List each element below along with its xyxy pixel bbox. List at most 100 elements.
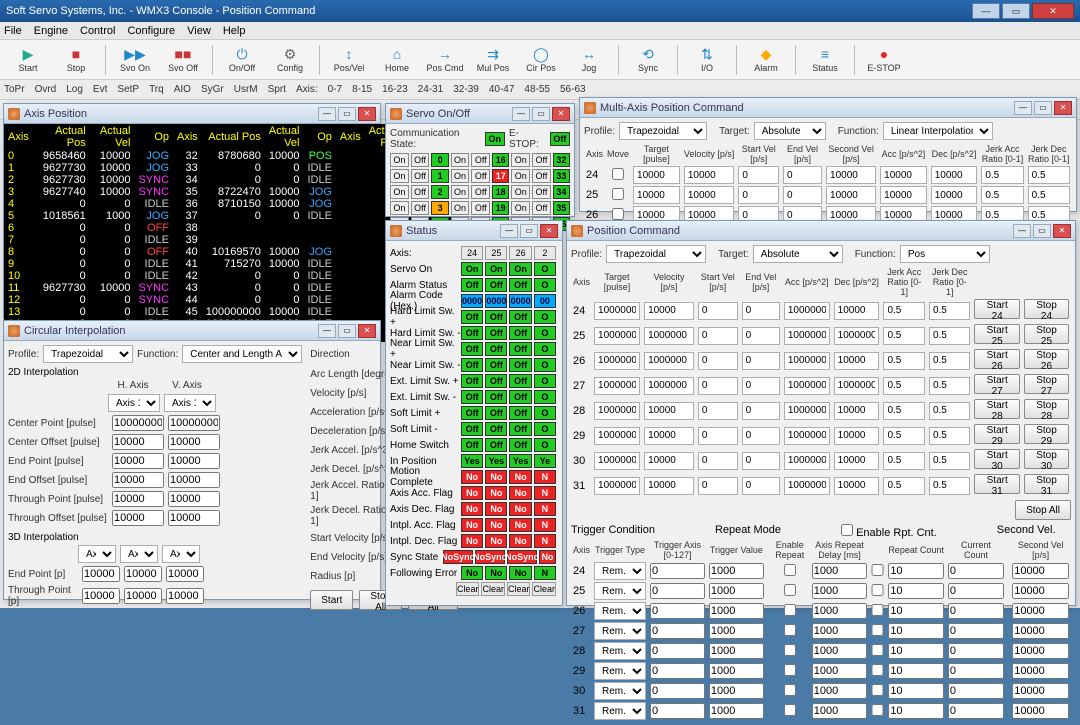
pos-cmd-input[interactable] bbox=[594, 352, 640, 370]
servo-off-button[interactable]: Off bbox=[411, 153, 430, 167]
maximize-panel-button[interactable]: ▭ bbox=[1033, 224, 1051, 238]
close-panel-button[interactable]: ✕ bbox=[358, 107, 376, 121]
toolbar-on-off[interactable]: ⏻On/Off bbox=[220, 42, 264, 78]
trigger-axis-input[interactable] bbox=[650, 643, 705, 659]
trigger-type-select[interactable]: Rem.Tir bbox=[594, 602, 646, 620]
trigger-axis-input[interactable] bbox=[650, 623, 705, 639]
current-count-input[interactable] bbox=[948, 603, 1004, 619]
trigger-type-select[interactable]: Rem.Tir bbox=[594, 582, 646, 600]
pos-cmd-input[interactable] bbox=[698, 327, 738, 345]
servo-off-button[interactable]: Off bbox=[411, 169, 430, 183]
repeat-count-input[interactable] bbox=[888, 603, 944, 619]
pos-cmd-input[interactable] bbox=[834, 377, 880, 395]
pos-cmd-input[interactable] bbox=[644, 477, 694, 495]
enable-repeat-checkbox[interactable] bbox=[772, 684, 808, 696]
pos-cmd-input[interactable] bbox=[784, 302, 830, 320]
h-axis-select[interactable]: Axis 18 bbox=[108, 394, 160, 412]
minimize-panel-button[interactable]: — bbox=[500, 224, 518, 238]
rpt-cnt-checkbox[interactable] bbox=[871, 644, 884, 656]
clear-button[interactable]: Clear bbox=[507, 582, 531, 596]
minimize-panel-button[interactable]: — bbox=[1014, 101, 1032, 115]
multi-axis-input[interactable] bbox=[783, 166, 822, 184]
toolbar-sync[interactable]: ⟲Sync bbox=[626, 42, 670, 78]
pos-cmd-input[interactable] bbox=[883, 327, 924, 345]
pos-cmd-input[interactable] bbox=[929, 477, 970, 495]
second-vel-input[interactable] bbox=[1012, 643, 1069, 659]
toolbar-config[interactable]: ⚙Config bbox=[268, 42, 312, 78]
toolbar-start[interactable]: ▶Start bbox=[6, 42, 50, 78]
pos-cmd-input[interactable] bbox=[784, 352, 830, 370]
pos-cmd-input[interactable] bbox=[883, 402, 924, 420]
tab-item[interactable]: 0-7 bbox=[328, 84, 342, 95]
repeat-count-input[interactable] bbox=[888, 643, 944, 659]
minimize-panel-button[interactable]: — bbox=[1013, 224, 1031, 238]
stop-axis-button[interactable]: Stop 30 bbox=[1024, 449, 1069, 469]
tab-item[interactable]: Trq bbox=[149, 84, 164, 95]
pos-cmd-input[interactable] bbox=[742, 402, 780, 420]
pos-cmd-input[interactable] bbox=[698, 477, 738, 495]
trigger-type-select[interactable]: Rem.Tir bbox=[594, 662, 646, 680]
tab-item[interactable]: 56-63 bbox=[560, 84, 586, 95]
repeat-delay-input[interactable] bbox=[812, 683, 868, 699]
tab-item[interactable]: 8-15 bbox=[352, 84, 372, 95]
servo-on-button[interactable]: On bbox=[451, 153, 470, 167]
pos-cmd-input[interactable] bbox=[594, 452, 640, 470]
trigger-value-input[interactable] bbox=[709, 683, 764, 699]
repeat-count-input[interactable] bbox=[888, 663, 944, 679]
start-axis-button[interactable]: Start 28 bbox=[974, 399, 1020, 419]
servo-off-button[interactable]: Off bbox=[532, 201, 551, 215]
pos-cmd-input[interactable] bbox=[834, 427, 880, 445]
end-point-3d-0[interactable] bbox=[82, 566, 120, 582]
pos-cmd-input[interactable] bbox=[834, 452, 880, 470]
servo-on-button[interactable]: On bbox=[511, 153, 530, 167]
trigger-value-input[interactable] bbox=[709, 583, 764, 599]
center-offset-h-input[interactable] bbox=[112, 434, 164, 450]
multi-axis-input[interactable] bbox=[783, 186, 822, 204]
stop-axis-button[interactable]: Stop 27 bbox=[1024, 374, 1069, 394]
repeat-count-input[interactable] bbox=[888, 583, 944, 599]
pos-cmd-input[interactable] bbox=[742, 477, 780, 495]
servo-off-button[interactable]: Off bbox=[471, 185, 490, 199]
multi-axis-input[interactable] bbox=[633, 166, 680, 184]
trigger-value-input[interactable] bbox=[709, 643, 764, 659]
pos-cmd-input[interactable] bbox=[834, 302, 880, 320]
pos-cmd-input[interactable] bbox=[883, 477, 924, 495]
tab-item[interactable]: Evt bbox=[93, 84, 107, 95]
v-axis-select[interactable]: Axis 19 bbox=[164, 394, 216, 412]
pos-cmd-input[interactable] bbox=[644, 377, 694, 395]
multi-axis-input[interactable] bbox=[1028, 166, 1070, 184]
profile-select[interactable]: Trapezoidal bbox=[619, 122, 707, 140]
pos-cmd-input[interactable] bbox=[742, 327, 780, 345]
trigger-value-input[interactable] bbox=[709, 703, 764, 719]
servo-on-button[interactable]: On bbox=[390, 169, 409, 183]
pos-cmd-input[interactable] bbox=[784, 452, 830, 470]
tab-item[interactable]: Log bbox=[66, 84, 83, 95]
pos-cmd-input[interactable] bbox=[644, 302, 694, 320]
tab-item[interactable]: 40-47 bbox=[489, 84, 515, 95]
stop-axis-button[interactable]: Stop 26 bbox=[1024, 349, 1069, 369]
enable-repeat-checkbox[interactable] bbox=[772, 564, 808, 576]
pos-cmd-input[interactable] bbox=[698, 352, 738, 370]
tab-item[interactable]: SyGr bbox=[201, 84, 224, 95]
tab-item[interactable]: 48-55 bbox=[524, 84, 550, 95]
pos-cmd-input[interactable] bbox=[742, 352, 780, 370]
second-vel-input[interactable] bbox=[1012, 663, 1069, 679]
enable-repeat-checkbox[interactable] bbox=[772, 624, 808, 636]
servo-off-button[interactable]: Off bbox=[471, 201, 490, 215]
pos-cmd-input[interactable] bbox=[742, 302, 780, 320]
start-axis-button[interactable]: Start 30 bbox=[974, 449, 1020, 469]
trigger-axis-input[interactable] bbox=[650, 703, 705, 719]
pos-cmd-input[interactable] bbox=[784, 402, 830, 420]
menu-help[interactable]: Help bbox=[223, 25, 246, 37]
multi-axis-input[interactable] bbox=[931, 166, 978, 184]
second-vel-input[interactable] bbox=[1012, 583, 1069, 599]
target-select[interactable]: Absolute bbox=[753, 245, 843, 263]
stop-axis-button[interactable]: Stop 24 bbox=[1024, 299, 1069, 319]
minimize-button[interactable]: — bbox=[972, 3, 1000, 19]
pos-cmd-input[interactable] bbox=[929, 302, 970, 320]
trigger-axis-input[interactable] bbox=[650, 603, 705, 619]
multi-axis-input[interactable] bbox=[826, 166, 876, 184]
servo-on-button[interactable]: On bbox=[451, 201, 470, 215]
pos-cmd-input[interactable] bbox=[594, 427, 640, 445]
second-vel-input[interactable] bbox=[1012, 623, 1069, 639]
